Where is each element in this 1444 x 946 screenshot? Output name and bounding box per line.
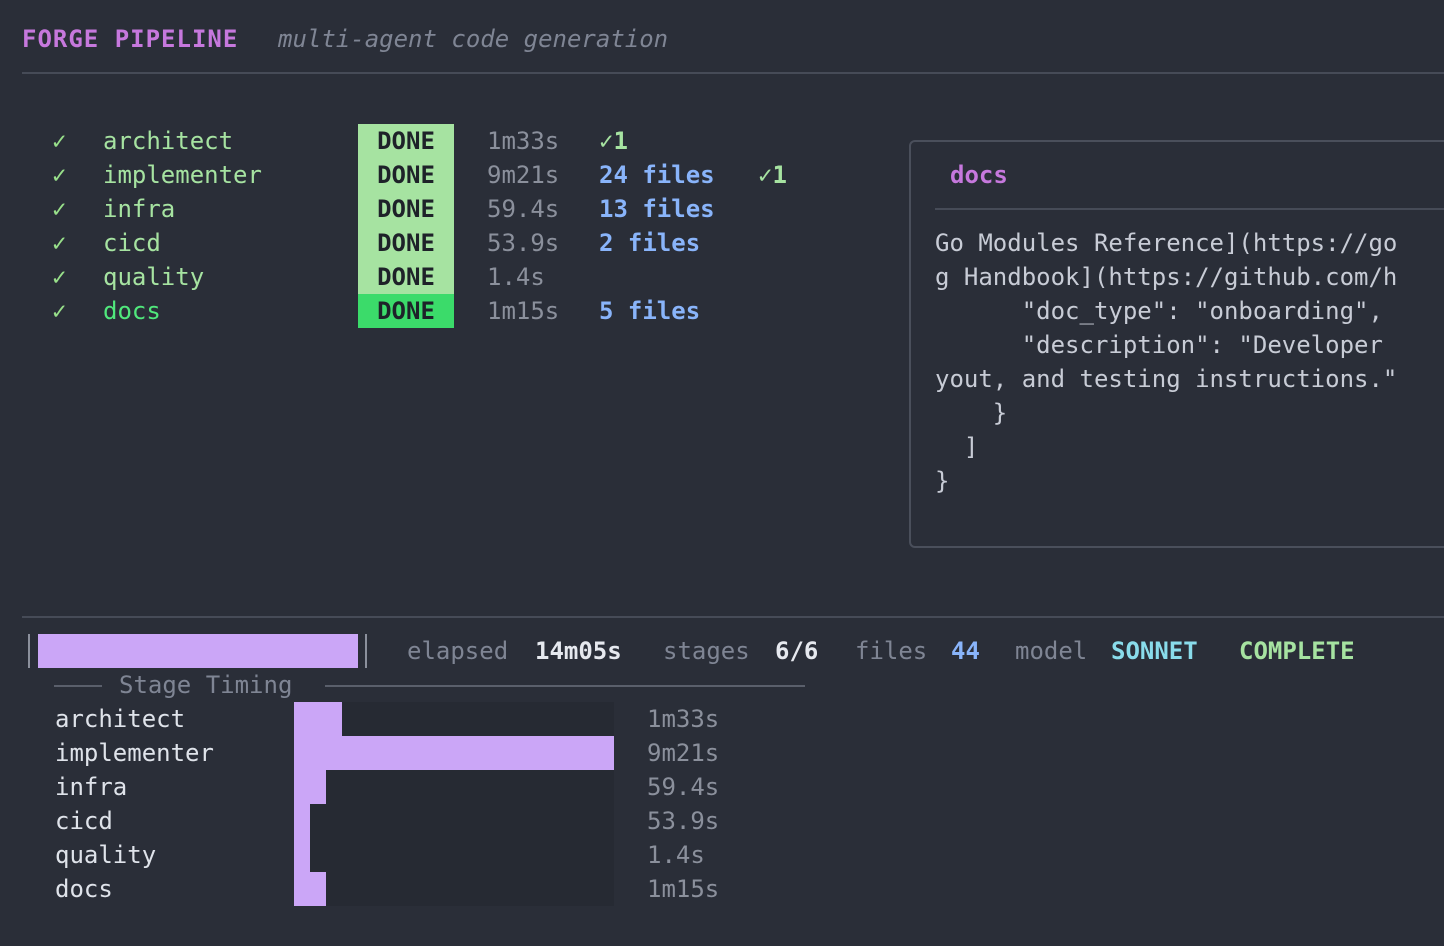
status-divider [22,616,1444,618]
panel-line: } [935,399,1008,427]
timing-row-implementer: implementer 9m21s [0,736,800,770]
panel-title: docs [950,161,1008,189]
timing-name: quality [55,841,157,869]
panel-line: Go Modules Reference](https://go [935,229,1398,257]
stage-name: implementer [103,161,262,189]
stages-label: stages [663,637,750,665]
stage-files: 13 files [599,195,715,223]
timing-row-infra: infra 59.4s [0,770,800,804]
stage-files: 24 files [599,161,715,189]
stage-time: 59.4s [487,195,560,223]
progress-bracket-left [28,634,30,668]
stage-time: 1m15s [487,297,560,325]
timing-time: 1m33s [647,705,720,733]
timing-bar [294,770,326,804]
check-icon: ✓ [52,263,67,291]
stage-name: docs [103,297,161,325]
retry-count: ✓1 [599,127,628,155]
timing-rule-left [54,685,102,687]
elapsed-label: elapsed [407,637,509,665]
timing-row-docs: docs 1m15s [0,872,800,906]
timing-title: Stage Timing [119,671,293,699]
stage-row-implementer[interactable]: ✓ implementer DONE 9m21s 24 files ✓1 [0,158,900,192]
timing-track [294,702,614,736]
panel-line: } [935,467,950,495]
stages-value: 6/6 [775,637,819,665]
timing-bar [294,702,342,736]
timing-row-quality: quality 1.4s [0,838,800,872]
status-badge: DONE [358,260,454,294]
timing-time: 1.4s [647,841,705,869]
panel-divider [935,208,1444,210]
timing-name: cicd [55,807,113,835]
stage-name: quality [103,263,205,291]
status-badge: DONE [358,294,454,328]
stage-time: 9m21s [487,161,560,189]
panel-line: ] [935,433,979,461]
status-badge: DONE [358,124,454,158]
check-icon: ✓ [52,297,67,325]
panel-line: g Handbook](https://github.com/h [935,263,1398,291]
stage-time: 1.4s [487,263,545,291]
timing-time: 53.9s [647,807,720,835]
timing-bar [294,838,310,872]
elapsed-value: 14m05s [535,637,622,665]
app-subtitle: multi-agent code generation [278,25,669,53]
status-badge: DONE [358,158,454,192]
check-icon: ✓ [52,229,67,257]
retry-count: ✓1 [758,161,787,189]
panel-line: yout, and testing instructions." [935,365,1398,393]
timing-time: 59.4s [647,773,720,801]
model-label: model [1015,637,1088,665]
progress-bracket-right [365,634,367,668]
check-icon: ✓ [52,127,67,155]
panel-line: "doc_type": "onboarding", [935,297,1383,325]
stage-time: 53.9s [487,229,560,257]
timing-name: docs [55,875,113,903]
timing-track [294,838,614,872]
stage-files: 5 files [599,297,701,325]
pipeline-state: COMPLETE [1239,637,1355,665]
timing-name: infra [55,773,128,801]
timing-track [294,770,614,804]
timing-track [294,736,614,770]
stage-row-infra[interactable]: ✓ infra DONE 59.4s 13 files [0,192,900,226]
files-value: 44 [951,637,980,665]
timing-bar [294,804,310,838]
timing-row-cicd: cicd 53.9s [0,804,800,838]
stage-files: 2 files [599,229,701,257]
app-title: FORGE PIPELINE [22,25,239,53]
status-badge: DONE [358,226,454,260]
timing-name: architect [55,705,186,733]
check-icon: ✓ [52,195,67,223]
stage-time: 1m33s [487,127,560,155]
status-badge: DONE [358,192,454,226]
timing-time: 9m21s [647,739,720,767]
stage-row-quality[interactable]: ✓ quality DONE 1.4s [0,260,900,294]
model-value: SONNET [1111,637,1198,665]
stage-row-architect[interactable]: ✓ architect DONE 1m33s ✓1 [0,124,900,158]
progress-bar [38,634,358,668]
timing-row-architect: architect 1m33s [0,702,800,736]
timing-name: implementer [55,739,214,767]
stage-name: infra [103,195,176,223]
stage-row-cicd[interactable]: ✓ cicd DONE 53.9s 2 files [0,226,900,260]
timing-rule-right [325,685,805,687]
panel-line: "description": "Developer [935,331,1383,359]
timing-bar [294,736,614,770]
stage-name: cicd [103,229,161,257]
header-divider [22,72,1444,74]
check-icon: ✓ [52,161,67,189]
timing-time: 1m15s [647,875,720,903]
stage-name: architect [103,127,234,155]
stage-row-docs[interactable]: ✓ docs DONE 1m15s 5 files [0,294,900,328]
timing-bar [294,872,326,906]
files-label: files [855,637,928,665]
timing-track [294,804,614,838]
timing-track [294,872,614,906]
